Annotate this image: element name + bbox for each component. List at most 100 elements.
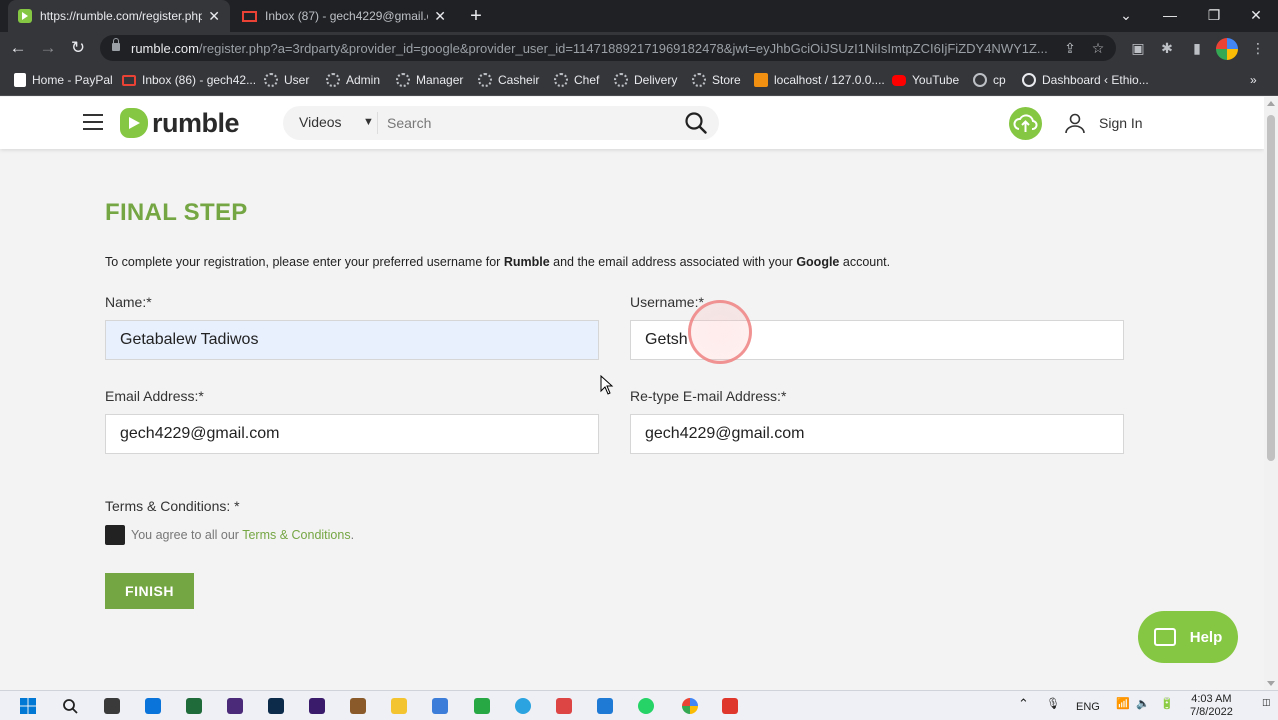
gear-icon	[264, 73, 278, 87]
after-effects-icon[interactable]	[309, 698, 325, 714]
git-icon[interactable]	[556, 698, 572, 714]
task-view-icon[interactable]	[104, 698, 120, 714]
rumble-logo[interactable]: rumble	[120, 107, 240, 138]
intro-text: To complete your registration, please en…	[105, 255, 891, 269]
paypal-icon	[14, 73, 26, 87]
close-icon[interactable]: ✕	[434, 8, 446, 25]
page-content: rumble Videos ▼ Sign In	[0, 97, 1264, 690]
gear-icon	[554, 73, 568, 87]
widgets-icon[interactable]	[145, 698, 161, 714]
scroll-down-icon[interactable]	[1267, 681, 1275, 686]
wifi-icon[interactable]: 📶	[1116, 697, 1130, 710]
reload-icon[interactable]: ↻	[66, 36, 90, 60]
windows-taskbar: ⌃ 🎙 ENG 📶 🔈 🔋 4:03 AM 7/8/2022 ◫	[0, 690, 1278, 720]
bookmark-paypal[interactable]: Home - PayPal	[14, 72, 113, 88]
click-indicator	[688, 300, 752, 364]
wordpress-icon	[1022, 73, 1036, 87]
bookmark-admin[interactable]: Admin	[326, 72, 380, 88]
extension-b-icon[interactable]: ▣	[1130, 40, 1146, 56]
bookmarks-overflow-icon[interactable]: »	[1250, 72, 1257, 88]
lock-icon	[112, 38, 120, 51]
bookmark-casheir[interactable]: Casheir	[478, 72, 539, 88]
email-field[interactable]	[105, 414, 599, 454]
scroll-thumb[interactable]	[1267, 115, 1275, 461]
microphone-icon[interactable]: 🎙	[1046, 697, 1060, 710]
bookmark-localhost[interactable]: localhost / 127.0.0....	[754, 72, 885, 88]
terms-checkbox[interactable]	[105, 525, 125, 545]
chevron-down-icon[interactable]: ▼	[363, 116, 374, 128]
divider	[377, 112, 378, 134]
tab-gmail[interactable]: Inbox (87) - gech4229@gmail.com ✕	[232, 0, 456, 32]
bookmark-inbox[interactable]: Inbox (86) - gech42...	[122, 72, 256, 88]
upload-button[interactable]	[1009, 107, 1042, 140]
recorder-icon[interactable]	[722, 698, 738, 714]
terms-link[interactable]: Terms & Conditions	[242, 528, 350, 542]
premiere-icon[interactable]	[227, 698, 243, 714]
finish-button[interactable]: FINISH	[105, 573, 194, 609]
browser-tab-strip: https://rumble.com/register.php?a=3rdpar…	[0, 0, 1278, 32]
notification-icon[interactable]: ◫	[1262, 697, 1271, 708]
chat-icon	[1153, 628, 1176, 646]
tab-rumble[interactable]: https://rumble.com/register.php?a=3rdpar…	[8, 0, 230, 32]
minimize-icon[interactable]: —	[1148, 0, 1192, 32]
photoshop-icon[interactable]	[268, 698, 284, 714]
address-bar[interactable]: rumble.com/register.php?a=3rdparty&provi…	[100, 35, 1116, 61]
share-icon[interactable]: ⇪	[1060, 38, 1080, 58]
windows-start-icon[interactable]	[20, 698, 36, 714]
side-panel-icon[interactable]: ▮	[1189, 40, 1205, 56]
tab-search-chevron-icon[interactable]: ⌄	[1104, 0, 1148, 32]
sign-in-label: Sign In	[1099, 115, 1143, 131]
logo-text: rumble	[152, 107, 240, 138]
profile-avatar[interactable]	[1216, 38, 1238, 60]
bookmark-store[interactable]: Store	[692, 72, 741, 88]
search-input[interactable]	[379, 108, 669, 138]
bookmark-star-icon[interactable]: ☆	[1088, 38, 1108, 58]
bookmark-user[interactable]: User	[264, 72, 309, 88]
url-text[interactable]: rumble.com/register.php?a=3rdparty&provi…	[131, 41, 1051, 56]
audition-icon[interactable]	[186, 698, 202, 714]
back-icon[interactable]: ←	[6, 36, 30, 60]
whatsapp-icon[interactable]	[638, 698, 654, 714]
bookmark-dashboard[interactable]: Dashboard ‹ Ethio...	[1022, 72, 1149, 88]
app-icon[interactable]	[350, 698, 366, 714]
tab-title: https://rumble.com/register.php?a=3rdpar…	[40, 9, 203, 23]
file-explorer-icon[interactable]	[391, 698, 407, 714]
sign-in-button[interactable]: Sign In	[1064, 109, 1143, 137]
new-tab-icon[interactable]: +	[464, 4, 488, 28]
close-icon[interactable]: ✕	[208, 8, 220, 25]
clock[interactable]: 4:03 AM 7/8/2022	[1190, 693, 1233, 719]
bookmark-cp[interactable]: cp	[973, 72, 1006, 88]
name-field[interactable]	[105, 320, 599, 360]
kebab-menu-icon[interactable]: ⋮	[1250, 40, 1266, 56]
tray-chevron-icon[interactable]: ⌃	[1018, 696, 1029, 712]
browser-toolbar: ← → ↻ rumble.com/register.php?a=3rdparty…	[0, 32, 1278, 64]
bookmark-delivery[interactable]: Delivery	[614, 72, 677, 88]
email-label: Email Address:*	[105, 388, 204, 404]
volume-icon[interactable]: 🔈	[1136, 697, 1150, 710]
gear-icon	[396, 73, 410, 87]
store-icon[interactable]	[432, 698, 448, 714]
battery-icon[interactable]: 🔋	[1160, 697, 1174, 710]
username-label: Username:*	[630, 294, 704, 310]
page-scrollbar[interactable]	[1264, 97, 1278, 690]
category-select[interactable]: Videos	[299, 114, 342, 130]
window-close-icon[interactable]: ✕	[1234, 0, 1278, 32]
chrome-icon[interactable]	[682, 698, 698, 714]
bookmark-youtube[interactable]: YouTube	[892, 72, 959, 88]
telegram-icon[interactable]	[515, 698, 531, 714]
puzzle-icon[interactable]: ✱	[1159, 40, 1175, 56]
search-icon[interactable]	[62, 698, 78, 714]
hamburger-menu-icon[interactable]	[83, 114, 103, 130]
camtasia-icon[interactable]	[474, 698, 490, 714]
search-icon[interactable]	[683, 110, 709, 136]
language-indicator[interactable]: ENG	[1076, 701, 1100, 713]
retype-email-field[interactable]	[630, 414, 1124, 454]
agree-text: You agree to all our Terms & Conditions.	[131, 528, 355, 542]
forward-icon[interactable]: →	[36, 36, 60, 60]
scroll-up-icon[interactable]	[1267, 101, 1275, 106]
bookmark-chef[interactable]: Chef	[554, 72, 599, 88]
vscode-icon[interactable]	[597, 698, 613, 714]
bookmark-manager[interactable]: Manager	[396, 72, 463, 88]
help-button[interactable]: Help	[1138, 611, 1238, 663]
restore-icon[interactable]: ❐	[1192, 0, 1236, 32]
